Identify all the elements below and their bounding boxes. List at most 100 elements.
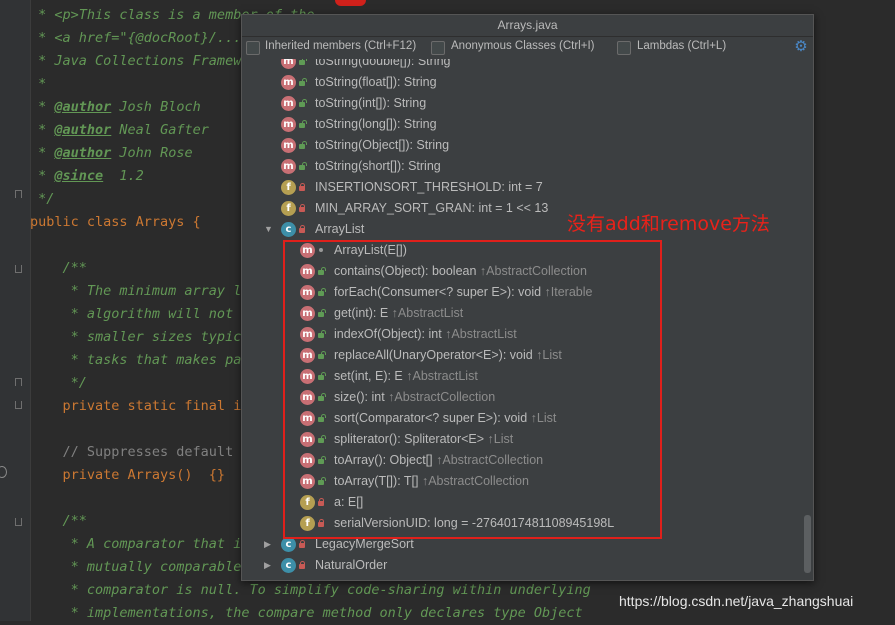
item-signature: toArray(): Object[] [334,453,433,467]
tree-method-item[interactable]: m toArray(): Object[] ↑AbstractCollection [242,450,802,471]
tree-method-item[interactable]: m spliterator(): Spliterator<E> ↑List [242,429,802,450]
package-dot-icon [317,246,324,254]
field-icon: f [300,516,315,531]
tree-field-item[interactable]: f serialVersionUID: long = -2764017481108… [242,513,802,534]
tree-method-item[interactable]: m toArray(T[]): T[] ↑AbstractCollection [242,471,802,492]
tree-method-item[interactable]: m indexOf(Object): int ↑AbstractList [242,324,802,345]
method-icon: m [281,59,296,69]
collapse-arrow-icon[interactable]: ▶ [264,534,274,555]
code-line: * @author Josh Bloch [30,99,201,115]
lambdas-checkbox[interactable] [617,41,631,55]
tree-method-item[interactable]: m contains(Object): boolean ↑AbstractColl… [242,261,802,282]
tree-class-node[interactable]: ▶ c NaturalOrder [242,555,802,576]
javadoc-tag: @author [54,99,112,115]
code-line: */ [30,375,87,391]
code-line: // Suppresses default c [30,444,250,460]
code-line: * @since 1.2 [30,168,144,184]
inherited-from-label: ↑AbstractCollection [432,453,544,467]
inherited-from-label: ↑AbstractList [441,327,517,341]
inherited-members-label[interactable]: Inherited members (Ctrl+F12) [265,40,416,52]
tree-method-item[interactable]: m forEach(Consumer<? super E>): void ↑Ite… [242,282,802,303]
public-unlock-icon [317,393,326,401]
method-icon: m [300,264,315,279]
tree-method-item[interactable]: m get(int): E ↑AbstractList [242,303,802,324]
inherited-members-checkbox[interactable] [246,41,260,55]
tree-method-item[interactable]: m set(int, E): E ↑AbstractList [242,366,802,387]
class-icon: c [281,537,296,552]
tree-method-item[interactable]: m ArrayList(E[]) [242,240,802,261]
collapse-arrow-icon[interactable]: ▶ [264,555,274,576]
fold-marker-icon[interactable] [15,401,22,410]
tree-method-item[interactable]: m size(): int ↑AbstractCollection [242,387,802,408]
tree-field-item[interactable]: f a: E[] [242,492,802,513]
item-signature: toString(float[]): String [315,75,437,89]
code-line: * The minimum array le [30,283,250,299]
item-signature: ArrayList(E[]) [334,243,407,257]
class-icon: c [281,558,296,573]
item-signature: sort(Comparator<? super E>): void [334,411,528,425]
code-line: * algorithm will not b [30,306,250,322]
item-signature: contains(Object): boolean [334,264,477,278]
item-signature: toString(int[]): String [315,96,427,110]
item-signature: NaturalOrder [315,558,388,572]
tree-method-item[interactable]: m toString(long[]): String [242,114,802,135]
public-unlock-icon [317,330,326,338]
tree-field-item[interactable]: f INSERTIONSORT_THRESHOLD: int = 7 [242,177,802,198]
item-signature: get(int): E [334,306,389,320]
method-icon: m [281,138,296,153]
filter-bar: Inherited members (Ctrl+F12) Anonymous C… [242,37,813,59]
watermark: https://blog.csdn.net/java_zhangshuai [619,593,854,609]
tree-method-item[interactable]: m sort(Comparator<? super E>): void ↑List [242,408,802,429]
lambdas-label[interactable]: Lambdas (Ctrl+L) [637,40,726,52]
tree-scrollbar[interactable] [804,59,811,580]
method-icon: m [300,327,315,342]
public-unlock-icon [298,99,307,107]
inherited-from-label: ↑AbstractCollection [418,474,529,488]
code-line: * comparator is null. To simplify code-s… [30,582,591,598]
file-structure-popup[interactable]: Arrays.java Inherited members (Ctrl+F12)… [241,14,814,581]
scrollbar-thumb[interactable] [804,515,811,573]
anonymous-classes-label[interactable]: Anonymous Classes (Ctrl+I) [451,40,594,52]
private-lock-icon [298,540,305,548]
fold-marker-icon[interactable] [15,378,22,387]
inherited-from-label: ↑AbstractCollection [476,264,587,278]
override-marker-icon[interactable] [0,466,7,478]
code-line: * mutually comparable [30,559,242,575]
code-line: * Java Collections Framework [30,53,266,69]
item-signature: serialVersionUID: long = -27640174811089… [334,516,615,530]
tree-method-item[interactable]: m toString(float[]): String [242,72,802,93]
tree-method-item[interactable]: m toString(short[]): String [242,156,802,177]
field-icon: f [281,180,296,195]
fold-marker-icon[interactable] [15,190,22,199]
annotation-text: 没有add和remove方法 [567,213,770,235]
code-line: * A comparator that im [30,536,250,552]
fold-marker-icon[interactable] [15,265,22,274]
public-unlock-icon [298,120,307,128]
tree-method-item[interactable]: m toString(int[]): String [242,93,802,114]
inherited-from-label: ↑List [527,411,557,425]
code-line: /** [30,260,87,276]
tree-method-item[interactable]: m toString(double[]): String [242,59,802,72]
private-lock-icon [298,561,305,569]
tree-method-item[interactable]: m toString(Object[]): String [242,135,802,156]
private-lock-icon [317,519,324,527]
notification-badge [335,0,366,6]
anonymous-classes-checkbox[interactable] [431,41,445,55]
public-unlock-icon [317,435,326,443]
tree-class-node[interactable]: ▶ c LegacyMergeSort [242,534,802,555]
method-icon: m [300,348,315,363]
inherited-from-label: ↑AbstractCollection [384,390,496,404]
code-line: * <a href="{@docRoot}/... [30,30,242,46]
tree-method-item[interactable]: m replaceAll(UnaryOperator<E>): void ↑Lis… [242,345,802,366]
javadoc-tag: @author [54,145,112,161]
public-unlock-icon [298,59,307,65]
structure-tree[interactable]: m toString(double[]): String m toString(flo… [242,59,813,580]
inherited-from-label: ↑AbstractList [402,369,478,383]
method-icon: m [300,306,315,321]
gear-icon[interactable]: ⚙ [794,39,808,54]
method-icon: m [300,369,315,384]
fold-marker-icon[interactable] [15,518,22,527]
item-signature: replaceAll(UnaryOperator<E>): void [334,348,533,362]
expand-arrow-icon[interactable]: ▼ [264,219,274,240]
code-line: * [30,76,47,92]
